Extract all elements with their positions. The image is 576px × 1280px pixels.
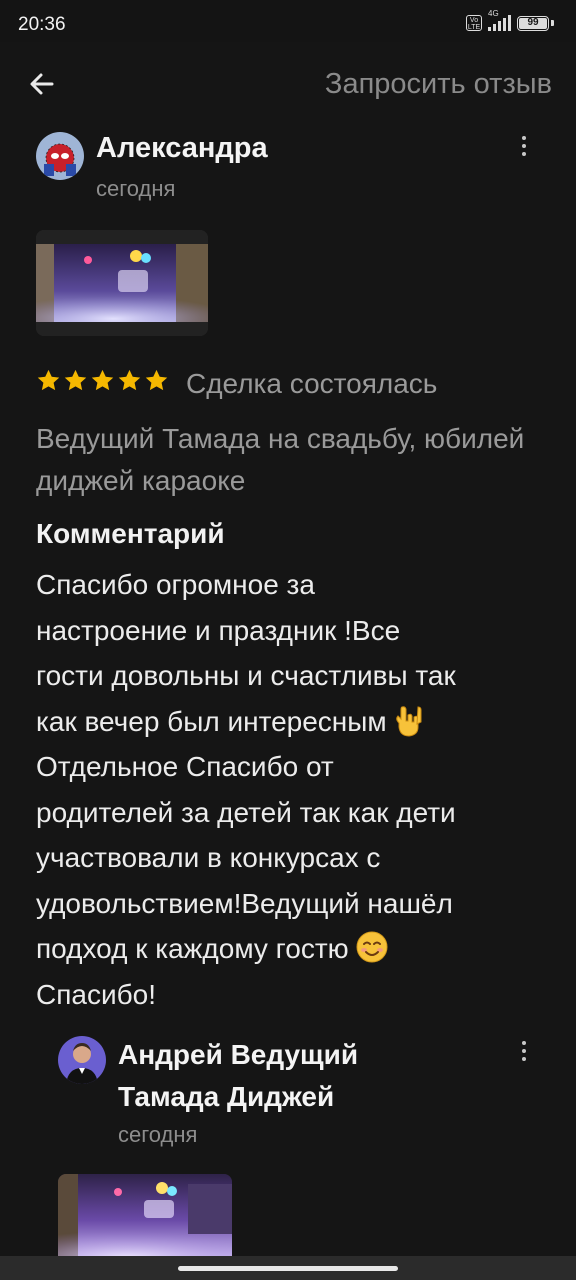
arrow-left-icon	[30, 73, 54, 95]
comment-line: гости довольны и счастливы так	[36, 660, 456, 691]
review-date: сегодня	[96, 176, 176, 201]
comment-line-text: как вечер был интересным	[36, 705, 387, 737]
reviewer-avatar[interactable]	[36, 132, 84, 180]
comment-heading: Комментарий	[36, 518, 225, 549]
service-title[interactable]: Ведущий Тамада на свадьбу, юбилей диджей…	[36, 418, 536, 502]
review-photo[interactable]	[36, 230, 208, 336]
network-type: 4G	[488, 9, 499, 18]
reply-more-button[interactable]	[514, 1037, 534, 1065]
home-indicator[interactable]	[178, 1266, 398, 1271]
top-app-bar: Запросить отзыв	[0, 42, 576, 126]
smiling-face-emoji-icon	[356, 931, 388, 963]
request-review-button[interactable]: Запросить отзыв	[325, 68, 552, 101]
signal-icon: 4G	[488, 9, 511, 31]
comment-line: участвовали в конкурсах с	[36, 842, 381, 873]
rock-hand-emoji-icon	[395, 705, 422, 737]
replier-name-line: Тамада Диджей	[118, 1081, 335, 1112]
comment-line: Отдельное Спасибо от	[36, 751, 334, 782]
navigation-bar	[0, 1256, 576, 1280]
review-comment: Спасибо огромное за настроение и праздни…	[36, 562, 546, 1017]
replier-name[interactable]: Андрей Ведущий Тамада Диджей	[118, 1034, 358, 1118]
comment-line: родителей за детей так как дети	[36, 796, 456, 828]
comment-line: Спасибо огромное за	[36, 569, 315, 600]
star-icon	[91, 369, 114, 391]
status-time: 20:36	[18, 14, 66, 35]
replier-avatar[interactable]	[58, 1036, 106, 1084]
reply-date: сегодня	[118, 1122, 198, 1147]
battery-level: 99	[527, 16, 539, 28]
comment-line: Спасибо!	[36, 978, 156, 1010]
comment-line: удовольствием!Ведущий нашёл	[36, 887, 453, 919]
review-more-button[interactable]	[514, 132, 534, 160]
comment-line: настроение и праздник !Все	[36, 614, 401, 646]
star-icon	[64, 369, 87, 391]
reply-photo[interactable]	[58, 1174, 232, 1258]
star-icon	[118, 369, 141, 391]
replier-name-line: Андрей Ведущий	[118, 1039, 359, 1070]
volte-icon: Vo LTE	[466, 15, 482, 31]
deal-status: Сделка состоялась	[186, 368, 438, 399]
status-icons: Vo LTE 4G 99	[466, 9, 554, 31]
star-icon	[145, 369, 168, 391]
event-photo-image	[58, 1174, 232, 1258]
comment-line: как вечер был интересным	[36, 699, 546, 745]
comment-line: подход к каждому гостю	[36, 926, 546, 972]
rating-stars	[36, 368, 169, 393]
back-button[interactable]	[26, 68, 58, 100]
status-bar: 20:36 Vo LTE 4G 99	[0, 0, 576, 42]
comment-line-text: подход к каждому гостю	[36, 933, 349, 964]
event-photo-image	[36, 230, 208, 336]
battery-icon: 99	[517, 15, 549, 31]
reviewer-name[interactable]: Александра	[96, 132, 268, 165]
star-icon	[37, 369, 60, 391]
